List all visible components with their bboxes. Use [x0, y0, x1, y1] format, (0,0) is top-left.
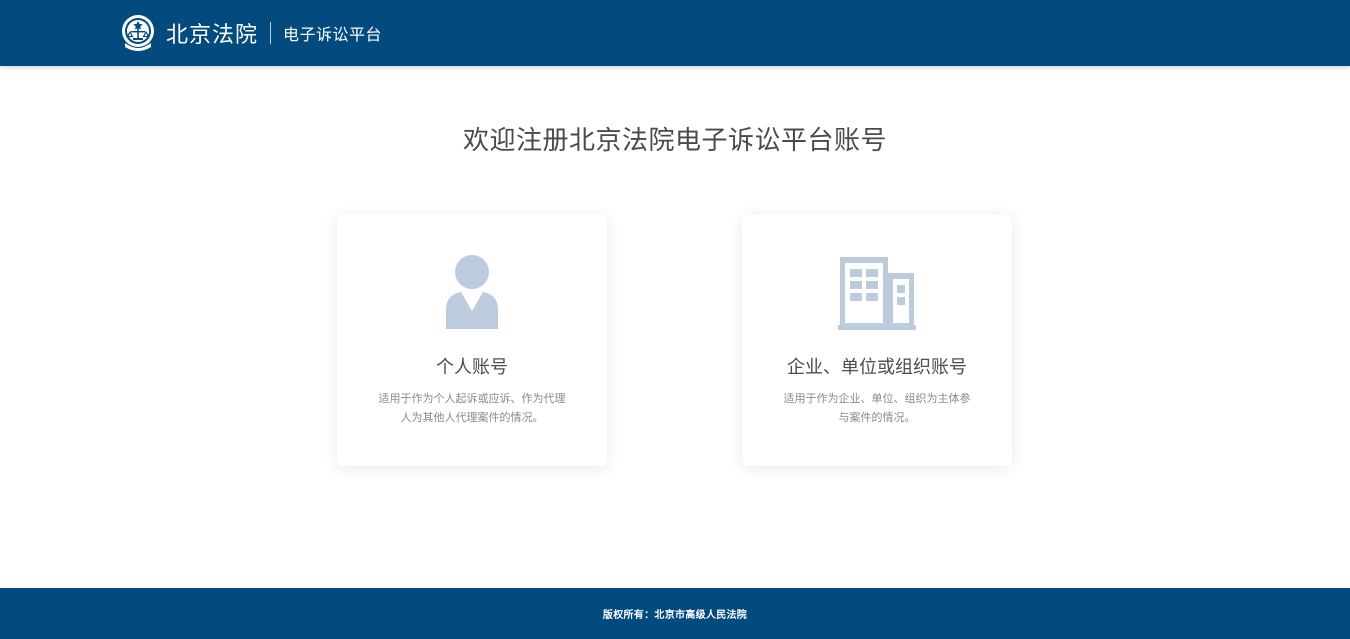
- page-footer: 版权所有：北京市高级人民法院: [0, 588, 1350, 639]
- person-icon: [446, 255, 498, 329]
- personal-account-card[interactable]: 个人账号 适用于作为个人起诉或应诉、作为代理 人为其他人代理案件的情况。: [337, 215, 607, 466]
- building-icon: [838, 257, 916, 330]
- card-title: 企业、单位或组织账号: [787, 357, 967, 378]
- card-icon-wrap: [742, 255, 1012, 335]
- page-title: 欢迎注册北京法院电子诉讼平台账号: [462, 126, 887, 156]
- card-description-line: 适用于作为个人起诉或应诉、作为代理: [378, 392, 566, 405]
- card-description: 适用于作为企业、单位、组织为主体参 与案件的情况。: [772, 389, 982, 427]
- card-description-line: 与案件的情况。: [838, 411, 916, 424]
- organization-account-card[interactable]: 企业、单位或组织账号 适用于作为企业、单位、组织为主体参 与案件的情况。: [742, 215, 1012, 466]
- card-description: 适用于作为个人起诉或应诉、作为代理 人为其他人代理案件的情况。: [367, 389, 577, 427]
- brand-subtitle: 电子诉讼平台: [283, 25, 383, 44]
- court-emblem-icon: [122, 15, 154, 51]
- brand-logo-link[interactable]: 北京法院 电子诉讼平台: [120, 12, 382, 54]
- card-description-line: 适用于作为企业、单位、组织为主体参: [783, 392, 971, 405]
- card-icon-wrap: [337, 255, 607, 335]
- copyright-text: 版权所有：北京市高级人民法院: [602, 610, 748, 621]
- brand-divider: [270, 22, 272, 44]
- card-title: 个人账号: [436, 357, 508, 378]
- top-header: 北京法院 电子诉讼平台: [0, 0, 1350, 66]
- brand-name: 北京法院: [166, 23, 259, 48]
- card-description-line: 人为其他人代理案件的情况。: [400, 411, 544, 424]
